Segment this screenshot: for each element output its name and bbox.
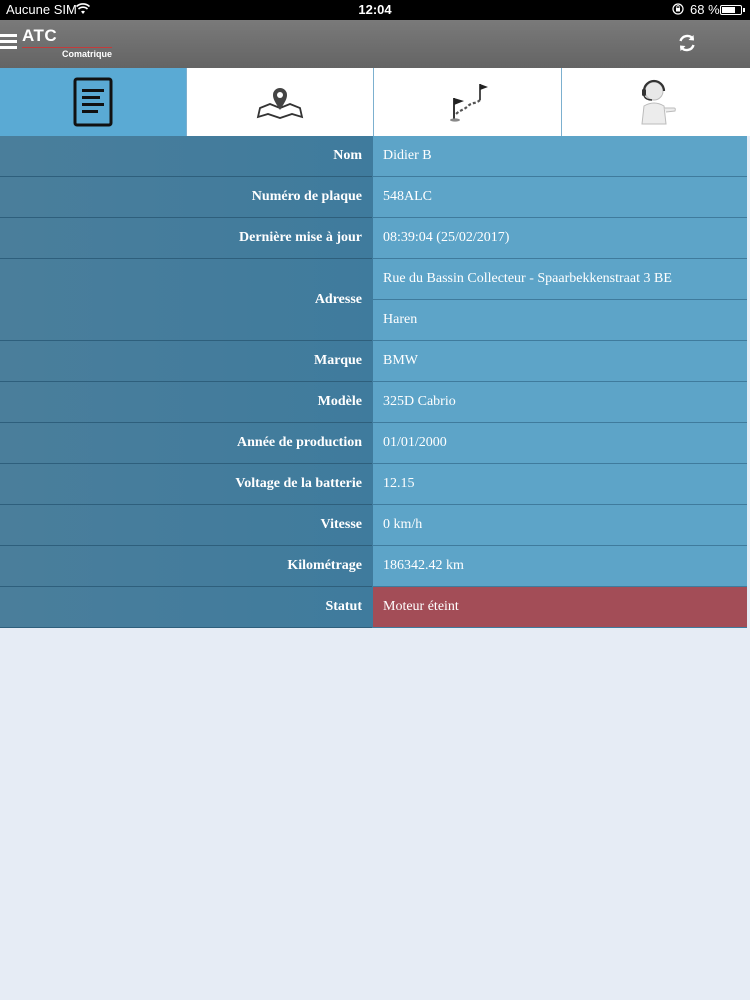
row-value: 548ALC bbox=[372, 177, 747, 218]
address-line-2: Haren bbox=[372, 300, 747, 341]
row-value: Didier B bbox=[372, 136, 747, 177]
row-voltage: Voltage de la batterie 12.15 bbox=[0, 464, 750, 505]
row-marque: Marque BMW bbox=[0, 341, 750, 382]
row-label: Nom bbox=[0, 136, 372, 177]
row-value: BMW bbox=[372, 341, 747, 382]
battery-percent: 68 % bbox=[690, 2, 720, 17]
row-label: Voltage de la batterie bbox=[0, 464, 372, 505]
row-label: Dernière mise à jour bbox=[0, 218, 372, 259]
row-label: Numéro de plaque bbox=[0, 177, 372, 218]
app-logo: ATC Comatrique bbox=[22, 26, 114, 60]
logo-subtitle: Comatrique bbox=[62, 49, 113, 59]
status-value: Moteur éteint bbox=[372, 587, 747, 628]
clock: 12:04 bbox=[358, 2, 392, 17]
row-annee: Année de production 01/01/2000 bbox=[0, 423, 750, 464]
row-value: 01/01/2000 bbox=[372, 423, 747, 464]
address-line-1: Rue du Bassin Collecteur - Spaarbekkenst… bbox=[372, 259, 747, 300]
row-label: Marque bbox=[0, 341, 372, 382]
row-label: Statut bbox=[0, 587, 372, 628]
logo-title: ATC bbox=[22, 26, 58, 45]
row-value: 12.15 bbox=[372, 464, 747, 505]
menu-button[interactable] bbox=[0, 34, 17, 54]
refresh-icon[interactable] bbox=[676, 32, 698, 54]
rotation-lock-icon bbox=[672, 3, 684, 15]
row-label: Modèle bbox=[0, 382, 372, 423]
menu-icon bbox=[0, 34, 17, 37]
tab-route[interactable] bbox=[373, 68, 561, 136]
row-nom: Nom Didier B bbox=[0, 136, 750, 177]
vehicle-details-table: Nom Didier B Numéro de plaque 548ALC Der… bbox=[0, 136, 750, 628]
support-agent-icon bbox=[641, 79, 676, 125]
row-value: 0 km/h bbox=[372, 505, 747, 546]
battery-icon bbox=[720, 5, 745, 15]
status-bar: Aucune SIM 12:04 68 % bbox=[0, 0, 750, 20]
tab-support[interactable] bbox=[561, 68, 750, 136]
tab-bar bbox=[0, 68, 750, 136]
row-statut: Statut Moteur éteint bbox=[0, 587, 750, 628]
row-label: Kilométrage bbox=[0, 546, 372, 587]
row-label: Vitesse bbox=[0, 505, 372, 546]
row-kilometrage: Kilométrage 186342.42 km bbox=[0, 546, 750, 587]
row-plaque: Numéro de plaque 548ALC bbox=[0, 177, 750, 218]
document-icon bbox=[73, 77, 113, 127]
route-flag-icon bbox=[449, 84, 488, 122]
row-adresse: Adresse Rue du Bassin Collecteur - Spaar… bbox=[0, 259, 750, 341]
map-pin-icon bbox=[256, 88, 304, 119]
row-modele: Modèle 325D Cabrio bbox=[0, 382, 750, 423]
tab-details[interactable] bbox=[0, 68, 186, 136]
row-vitesse: Vitesse 0 km/h bbox=[0, 505, 750, 546]
row-value: 186342.42 km bbox=[372, 546, 747, 587]
row-derniere-maj: Dernière mise à jour 08:39:04 (25/02/201… bbox=[0, 218, 750, 259]
row-value: 325D Cabrio bbox=[372, 382, 747, 423]
row-value: 08:39:04 (25/02/2017) bbox=[372, 218, 747, 259]
tab-map[interactable] bbox=[186, 68, 373, 136]
row-label: Année de production bbox=[0, 423, 372, 464]
row-label: Adresse bbox=[0, 259, 372, 341]
app-header: ATC Comatrique bbox=[0, 20, 750, 68]
